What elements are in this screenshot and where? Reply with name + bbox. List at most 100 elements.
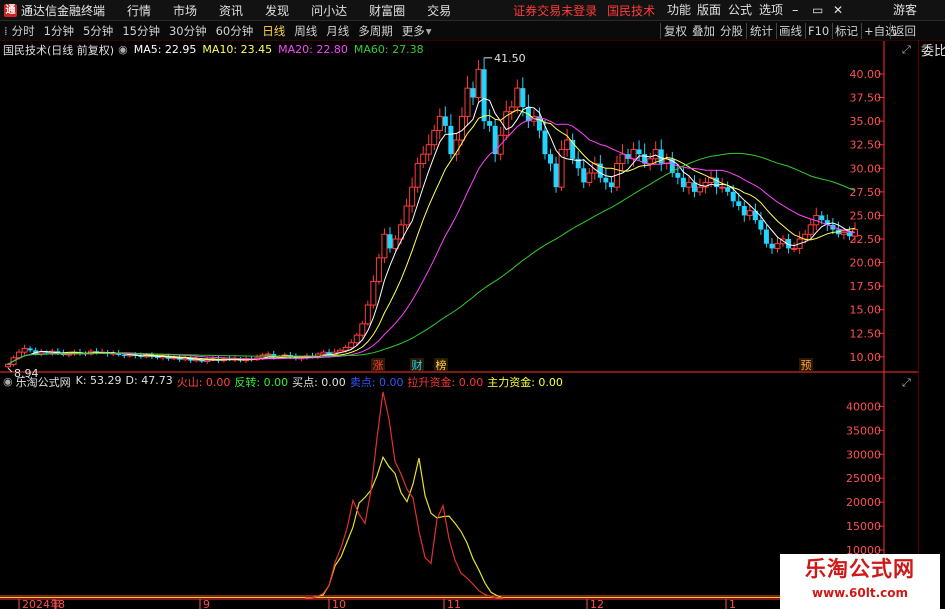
expand-panel-icon[interactable]: ⤢ <box>902 43 911 57</box>
date-tick-label: 12 <box>590 598 604 609</box>
close-icon[interactable]: ✕ <box>833 0 843 21</box>
ma-legend: 国民技术(日线 前复权) ◉ MA5: 22.95 MA10: 23.45 MA… <box>3 42 424 57</box>
ma5-value: MA5: 22.95 <box>133 43 197 56</box>
candle-up <box>746 210 753 216</box>
quote-sidebar: 委比卖五卖四卖三卖二卖一买一买二买三买四买五现价涨跌涨幅总量外盘换手净资收益自动… <box>918 41 945 609</box>
menu-trade[interactable]: 交易 <box>427 2 451 19</box>
btn-draw[interactable]: 画线 <box>779 21 802 41</box>
period-monthly[interactable]: 月线 <box>326 23 349 39</box>
period-more[interactable]: 更多 <box>402 23 425 39</box>
candle-up <box>508 106 515 113</box>
price-tick-label: 40.00 <box>850 68 882 81</box>
candle-up <box>719 186 726 189</box>
period-multi[interactable]: 多周期 <box>358 23 393 39</box>
candle-down <box>736 201 742 206</box>
indicator-value-6: 拉升资金: 0.00 <box>407 375 484 389</box>
btn-mark[interactable]: 标记 <box>835 21 858 41</box>
date-tick-label: 10 <box>332 598 346 609</box>
settings-icon[interactable]: ◉ <box>118 43 128 56</box>
menu-news[interactable]: 资讯 <box>219 2 243 19</box>
indicator-value-4: 买点: 0.00 <box>292 375 346 389</box>
menu-layout[interactable]: 版面 <box>697 0 721 21</box>
btn-statistics[interactable]: 统计 <box>750 21 773 41</box>
price-tick-label: 10.00 <box>850 351 882 364</box>
candle-down <box>730 191 736 202</box>
candle-up <box>392 238 399 249</box>
candle-down <box>520 88 526 107</box>
period-intraday[interactable]: 分时 <box>12 23 35 39</box>
candle-down <box>121 354 127 356</box>
ma60-value: MA60: 27.38 <box>353 43 424 56</box>
ma10-value: MA10: 23.45 <box>202 43 273 56</box>
candle-up <box>431 130 438 146</box>
candle-up <box>774 243 781 249</box>
candle-down <box>548 154 554 164</box>
btn-back[interactable]: 返回 <box>893 21 916 41</box>
expand-panel-icon[interactable]: ⤢ <box>902 376 911 390</box>
indicator-tick-label: 40000 <box>846 400 881 413</box>
period-1min[interactable]: 1分钟 <box>44 23 74 39</box>
candle-down <box>487 121 493 126</box>
btn-f10[interactable]: F10 <box>808 21 829 41</box>
period-5min[interactable]: 5分钟 <box>83 23 113 39</box>
period-60min[interactable]: 60分钟 <box>216 23 254 39</box>
period-30min[interactable]: 30分钟 <box>169 23 207 39</box>
btn-add-watchlist[interactable]: +自选 <box>864 21 897 41</box>
event-marker-zhang: 涨 <box>373 359 384 372</box>
btn-overlay[interactable]: 叠加 <box>692 21 715 41</box>
high-price-label: 41.50 <box>494 52 526 65</box>
maximize-icon[interactable]: ▭ <box>812 0 823 21</box>
candle-down <box>725 187 731 192</box>
price-tick-label: 37.50 <box>850 92 882 105</box>
guest-user[interactable]: 游客 <box>893 0 917 21</box>
indicator-value-2: 火山: 0.00 <box>176 375 231 389</box>
candle-up <box>514 87 521 108</box>
event-marker-yu: 预 <box>801 359 812 372</box>
indicator-value-5: 卖点: 0.00 <box>349 375 404 389</box>
candle-up <box>370 280 377 306</box>
watermark-url: www.60lt.com <box>811 586 909 600</box>
settings-icon[interactable]: ◉ <box>3 375 13 388</box>
period-15min[interactable]: 15分钟 <box>122 23 160 39</box>
menu-bar: 通 通达信金融终端 行情 市场 资讯 发现 问小达 财富圈 交易 证券交易未登录… <box>0 0 945 21</box>
indicator-value-7: 主力资金: 0.00 <box>487 375 563 389</box>
candle-up <box>409 186 416 207</box>
menu-options[interactable]: 选项 <box>759 0 783 21</box>
candle-up <box>375 257 382 282</box>
period-daily[interactable]: 日线 <box>262 23 285 39</box>
menu-market[interactable]: 市场 <box>173 2 197 19</box>
menu-function[interactable]: 功能 <box>667 0 691 21</box>
btn-adjust[interactable]: 复权 <box>664 21 687 41</box>
candle-up <box>475 68 482 99</box>
indicator-tick-label: 25000 <box>846 472 881 485</box>
date-tick-label: 1 <box>729 598 736 609</box>
kline-chart[interactable]: 40.0037.5035.0032.5030.0027.5025.0022.50… <box>0 41 918 609</box>
candle-up <box>464 87 471 117</box>
candle-down <box>581 168 587 183</box>
candle-down <box>769 243 775 249</box>
indicator-line-yellow <box>305 455 504 599</box>
candle-down <box>763 229 769 244</box>
menu-wealth-circle[interactable]: 财富圈 <box>369 2 405 19</box>
price-tick-label: 15.00 <box>850 304 882 317</box>
price-tick-label: 25.00 <box>850 209 882 222</box>
candle-down <box>448 125 454 155</box>
minimize-icon[interactable]: – <box>792 0 799 21</box>
date-tick-label: 11 <box>447 598 461 609</box>
login-notice[interactable]: 证券交易未登录 <box>513 2 597 19</box>
menu-market-quotes[interactable]: 行情 <box>127 2 151 19</box>
candle-down <box>44 352 50 354</box>
chevron-down-icon[interactable]: ▾ <box>426 24 432 38</box>
menu-formula[interactable]: 公式 <box>728 0 752 21</box>
btn-split-stock[interactable]: 分股 <box>720 21 743 41</box>
candle-up <box>320 351 327 355</box>
menu-ask-assistant[interactable]: 问小达 <box>311 2 347 19</box>
menu-discover[interactable]: 发现 <box>265 2 289 19</box>
sidebar-item-0[interactable]: 委比 <box>920 41 945 63</box>
candle-down <box>553 163 559 188</box>
event-marker-cai: 财 <box>412 358 423 372</box>
candle-down <box>27 348 33 351</box>
candle-up <box>586 172 593 183</box>
period-weekly[interactable]: 周线 <box>294 23 317 39</box>
candle-up <box>564 139 571 150</box>
